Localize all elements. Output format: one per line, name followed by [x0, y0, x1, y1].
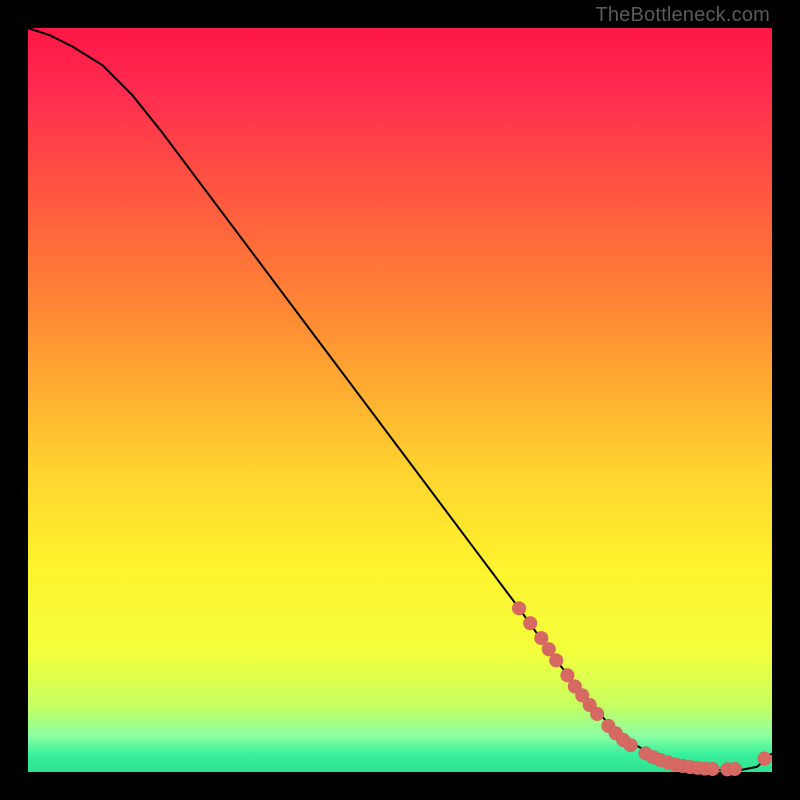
scatter-dot [758, 752, 772, 766]
scatter-dot [549, 653, 563, 667]
scatter-dot [590, 707, 604, 721]
watermark-text: TheBottleneck.com [595, 4, 770, 27]
scatter-dot-layer [512, 601, 772, 776]
plot-area [28, 28, 772, 772]
bottleneck-curve-line [28, 28, 772, 771]
scatter-dot [523, 616, 537, 630]
chart-svg [28, 28, 772, 772]
chart-stage: TheBottleneck.com [0, 0, 800, 800]
scatter-dot [705, 762, 719, 776]
scatter-dot [624, 738, 638, 752]
scatter-dot [512, 601, 526, 615]
scatter-dot [728, 762, 742, 776]
